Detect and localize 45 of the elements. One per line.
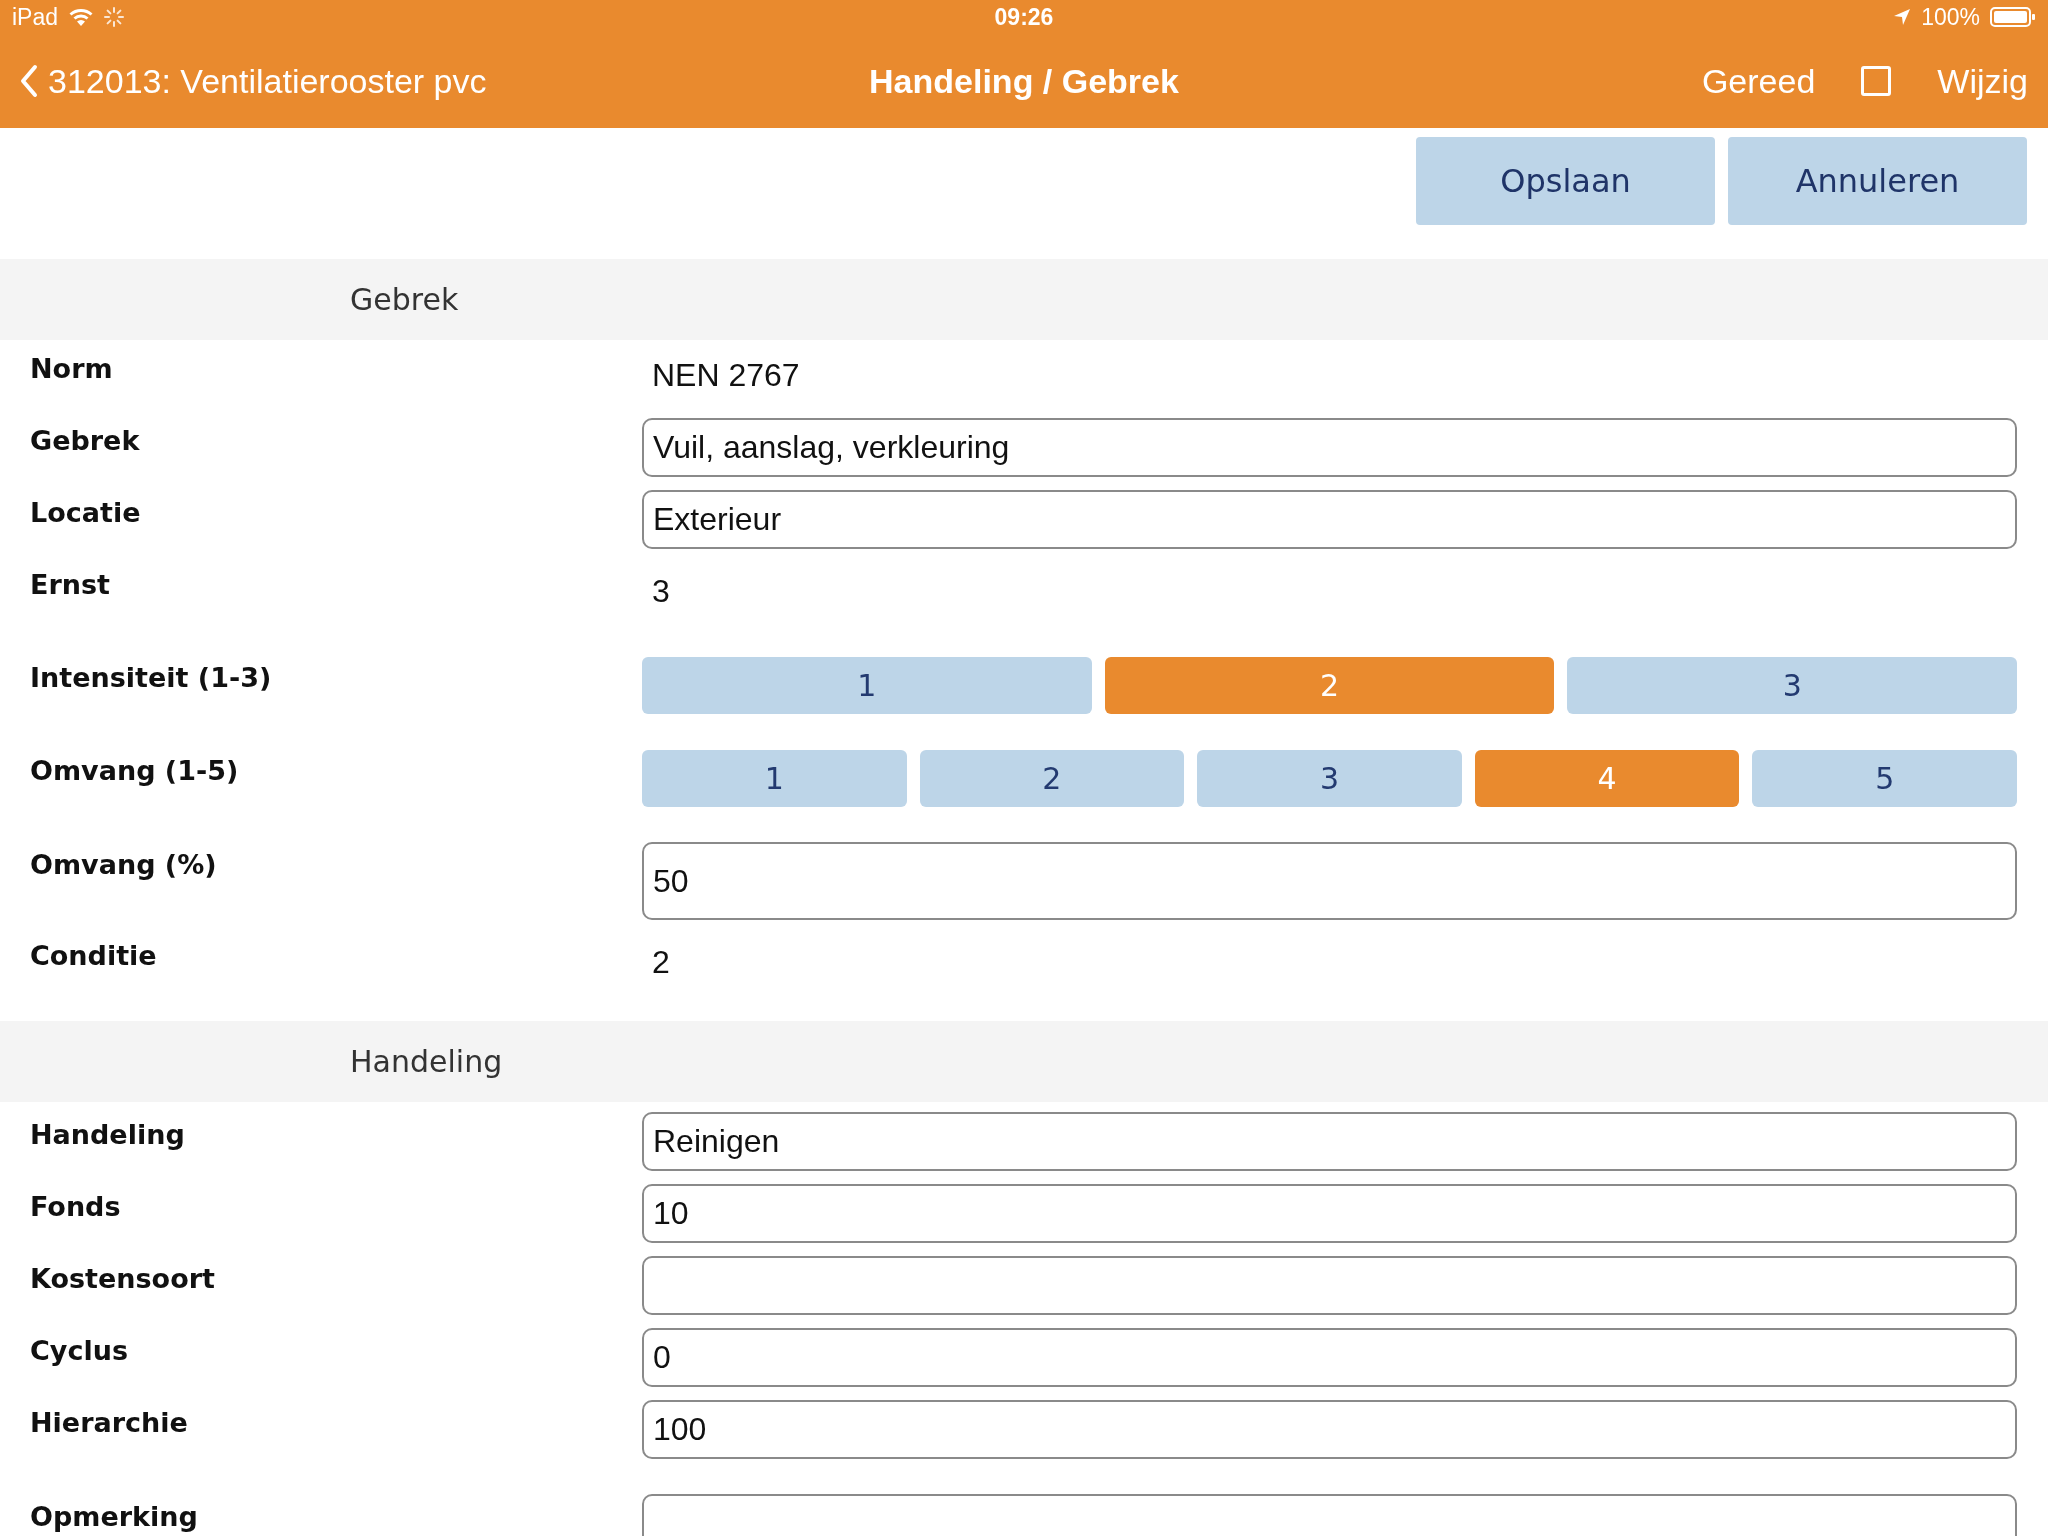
field-label: Hierarchie bbox=[30, 1406, 189, 1440]
section-header: Gebrek bbox=[0, 259, 2048, 340]
chevron-left-icon bbox=[20, 64, 38, 98]
field-label: Handeling bbox=[30, 1118, 186, 1152]
checkbox[interactable] bbox=[1861, 66, 1892, 96]
field-label: Omvang (%) bbox=[30, 848, 218, 882]
field-label: Fonds bbox=[30, 1190, 122, 1224]
battery-percentage: 100% bbox=[1921, 3, 1980, 31]
field-label: Kostensoort bbox=[30, 1262, 216, 1296]
segment-button[interactable]: 1 bbox=[642, 750, 907, 807]
field-label: Omvang (1-5) bbox=[30, 754, 240, 788]
input-field[interactable]: 0 bbox=[642, 1328, 2017, 1387]
device-name: iPad bbox=[12, 3, 59, 31]
input-field[interactable]: 50 bbox=[642, 842, 2017, 920]
battery-icon bbox=[1990, 7, 2036, 27]
segment-button[interactable]: 1 bbox=[642, 657, 1092, 714]
segment-button[interactable]: 3 bbox=[1567, 657, 2017, 714]
field-value: 3 bbox=[651, 572, 671, 611]
screen-title: Handeling / Gebrek bbox=[869, 61, 1179, 100]
action-button[interactable]: Annuleren bbox=[1728, 137, 2027, 225]
field-value: 2 bbox=[651, 943, 671, 982]
activity-spinner-icon bbox=[104, 7, 125, 27]
field-label: Norm bbox=[30, 352, 114, 386]
field-label: Gebrek bbox=[30, 424, 141, 458]
field-label: Locatie bbox=[30, 496, 142, 530]
input-field[interactable]: 10 bbox=[642, 1184, 2017, 1243]
location-arrow-icon bbox=[1893, 8, 1912, 26]
input-field[interactable] bbox=[642, 1256, 2017, 1315]
segment-button[interactable]: 3 bbox=[1197, 750, 1462, 807]
segment-button[interactable]: 5 bbox=[1752, 750, 2017, 807]
status-time: 09:26 bbox=[994, 3, 1054, 30]
input-field[interactable]: 100 bbox=[642, 1400, 2017, 1459]
input-field[interactable]: Reinigen bbox=[642, 1112, 2017, 1171]
field-label: Opmerking bbox=[30, 1500, 199, 1534]
field-label: Cyclus bbox=[30, 1334, 129, 1368]
field-label: Ernst bbox=[30, 568, 111, 602]
section-header: Handeling bbox=[0, 1021, 2048, 1102]
action-button[interactable]: Opslaan bbox=[1416, 137, 1715, 225]
segment-button[interactable]: 2 bbox=[919, 750, 1185, 807]
input-field[interactable]: Exterieur bbox=[642, 490, 2017, 549]
field-label: Conditie bbox=[30, 939, 158, 973]
field-value: NEN 2767 bbox=[651, 356, 801, 395]
field-label: Intensiteit (1-3) bbox=[30, 661, 273, 695]
input-field[interactable]: Vuil, aanslag, verkleuring bbox=[642, 418, 2017, 477]
wifi-icon bbox=[68, 7, 95, 27]
